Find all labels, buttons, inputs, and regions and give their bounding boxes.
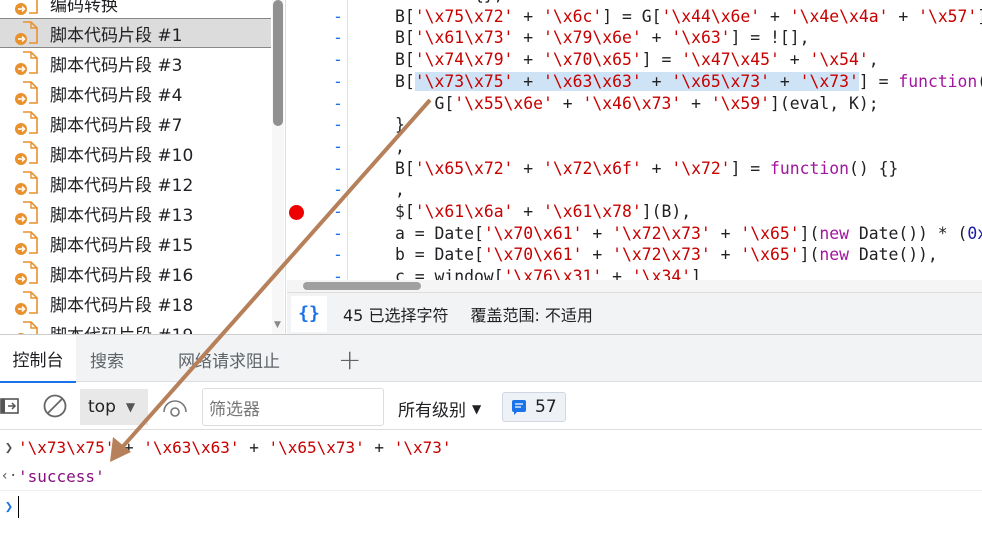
arrow-line (116, 98, 432, 454)
annotation-arrow (110, 98, 432, 462)
